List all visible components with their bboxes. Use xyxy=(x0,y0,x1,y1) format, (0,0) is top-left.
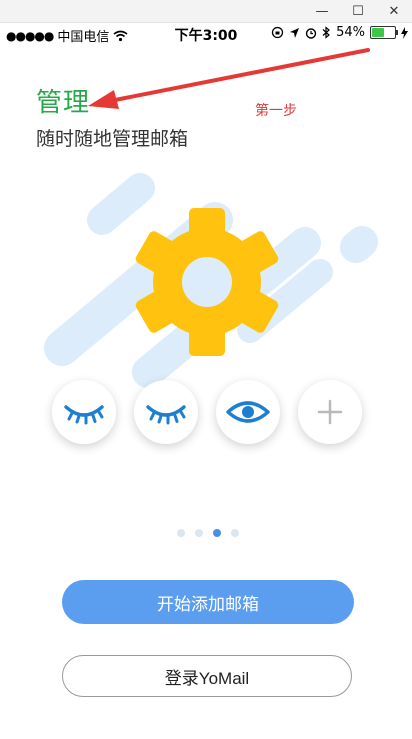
closed-eye-button-2[interactable] xyxy=(134,380,198,444)
open-eye-icon xyxy=(226,401,270,423)
closed-eye-icon xyxy=(146,405,186,425)
page-dot[interactable] xyxy=(177,529,185,537)
battery-level-fill xyxy=(372,28,384,37)
open-eye-button[interactable] xyxy=(216,380,280,444)
charging-icon xyxy=(401,26,408,39)
maximize-button[interactable]: ☐ xyxy=(340,0,376,22)
page-dot[interactable] xyxy=(213,529,221,537)
location-icon xyxy=(290,27,300,38)
page-subtitle: 随时随地管理邮箱 xyxy=(36,128,189,150)
battery-icon xyxy=(370,26,398,39)
rotation-lock-icon xyxy=(271,26,284,39)
window-title-bar: — ☐ ✕ xyxy=(0,0,412,23)
gear-illustration xyxy=(44,173,378,388)
plus-icon xyxy=(317,399,343,425)
battery-percentage: 54% xyxy=(336,25,365,40)
page-title: 管理 xyxy=(36,88,91,118)
alarm-icon xyxy=(305,27,317,39)
bluetooth-icon xyxy=(322,26,331,39)
login-yomail-button[interactable]: 登录YoMail xyxy=(62,655,352,697)
page-dot[interactable] xyxy=(231,529,239,537)
closed-eye-button[interactable] xyxy=(52,380,116,444)
status-bar: ●●●●● 中国电信 下午3:00 54% xyxy=(0,22,412,46)
add-button[interactable] xyxy=(298,380,362,444)
page-dot[interactable] xyxy=(195,529,203,537)
minimize-button[interactable]: — xyxy=(304,0,340,22)
closed-eye-icon xyxy=(64,405,104,425)
annotation-text: 第一步 xyxy=(255,103,297,119)
start-add-mailbox-button[interactable]: 开始添加邮箱 xyxy=(62,580,354,624)
close-button[interactable]: ✕ xyxy=(376,0,412,22)
